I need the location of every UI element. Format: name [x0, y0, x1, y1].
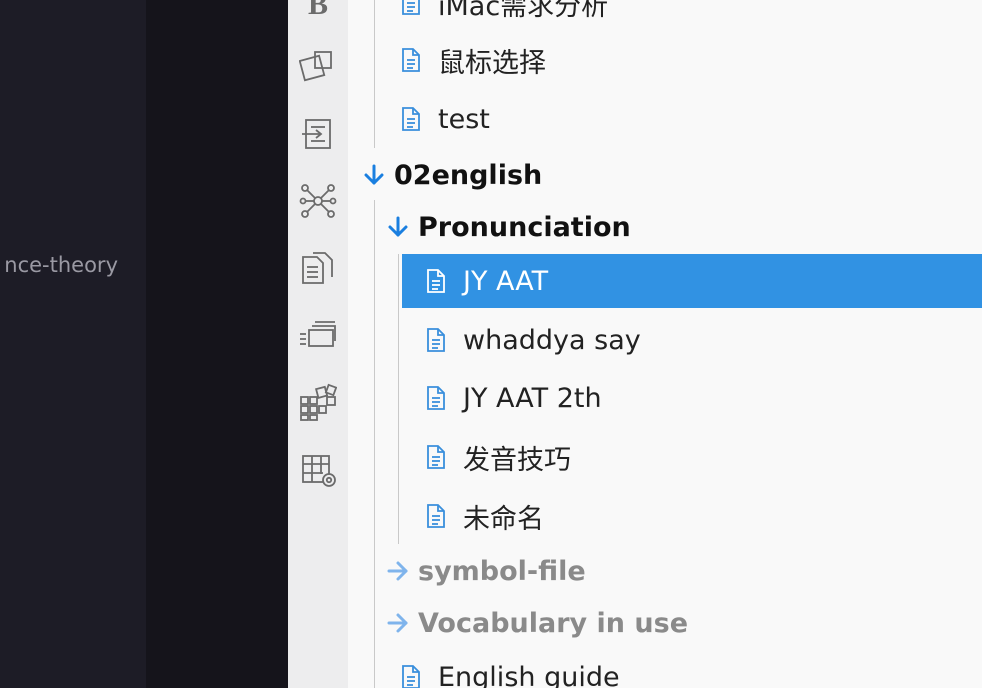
document-icon	[398, 664, 424, 688]
shapes-icon[interactable]	[299, 48, 337, 86]
tree-item-label: test	[438, 103, 490, 135]
tool-strip: B	[288, 0, 348, 688]
import-icon[interactable]	[299, 115, 337, 153]
background-panel-text: nce-theory	[4, 253, 118, 277]
document-tree: iMac需求分析 鼠标选择 test 02english Pronunciati…	[348, 0, 982, 688]
tree-item-doc[interactable]: English guide	[348, 650, 982, 688]
tree-folder-label: 02english	[394, 159, 543, 191]
tree-item-doc[interactable]: test	[348, 92, 982, 146]
tree-item-doc[interactable]: JY AAT 2th	[348, 371, 982, 425]
copy-documents-icon[interactable]	[299, 249, 337, 287]
tree-folder-vocabulary[interactable]: Vocabulary in use	[348, 596, 982, 650]
tree-item-doc[interactable]: iMac需求分析	[348, 0, 982, 30]
bold-b-icon[interactable]: B	[299, 0, 337, 24]
background-panel-left: nce-theory	[0, 0, 146, 688]
arrow-right-icon[interactable]	[386, 611, 410, 635]
background-panel-dark	[146, 0, 288, 688]
tree-item-doc[interactable]: 发音技巧	[348, 430, 982, 484]
arrow-down-icon[interactable]	[362, 163, 386, 187]
arrow-down-icon[interactable]	[386, 215, 410, 239]
tree-item-label: JY AAT 2th	[463, 382, 602, 414]
tree-folder-02english[interactable]: 02english	[348, 148, 982, 202]
document-icon	[398, 106, 424, 132]
tree-folder-symbol-file[interactable]: symbol-file	[348, 544, 982, 598]
arrow-right-icon[interactable]	[386, 559, 410, 583]
network-graph-icon[interactable]	[299, 182, 337, 220]
tree-item-label: 发音技巧	[463, 444, 571, 476]
document-icon	[423, 268, 449, 294]
tree-folder-pronunciation[interactable]: Pronunciation	[348, 200, 982, 254]
stack-cards-icon[interactable]	[299, 316, 337, 354]
grid-blocks-icon[interactable]	[299, 383, 337, 421]
document-icon	[423, 503, 449, 529]
tree-item-doc[interactable]: 鼠标选择	[348, 33, 982, 87]
tree-item-label: English guide	[438, 661, 620, 688]
tree-item-doc-selected[interactable]: JY AAT	[402, 254, 982, 308]
tree-item-doc[interactable]: 未命名	[348, 489, 982, 543]
tree-folder-label: symbol-file	[418, 555, 586, 587]
document-icon	[423, 444, 449, 470]
tree-item-label: 未命名	[463, 503, 544, 535]
tree-folder-label: Vocabulary in use	[418, 607, 689, 639]
tree-item-label: JY AAT	[463, 265, 549, 297]
document-icon	[398, 0, 424, 16]
tree-item-label: whaddya say	[463, 324, 641, 356]
document-icon	[423, 385, 449, 411]
svg-text:B: B	[308, 0, 328, 21]
tree-item-doc[interactable]: whaddya say	[348, 313, 982, 367]
tree-folder-label: Pronunciation	[418, 211, 631, 243]
tree-item-label: 鼠标选择	[438, 47, 546, 79]
table-settings-icon[interactable]	[299, 450, 337, 488]
document-icon	[398, 47, 424, 73]
tree-item-label: iMac需求分析	[438, 0, 609, 22]
document-icon	[423, 327, 449, 353]
